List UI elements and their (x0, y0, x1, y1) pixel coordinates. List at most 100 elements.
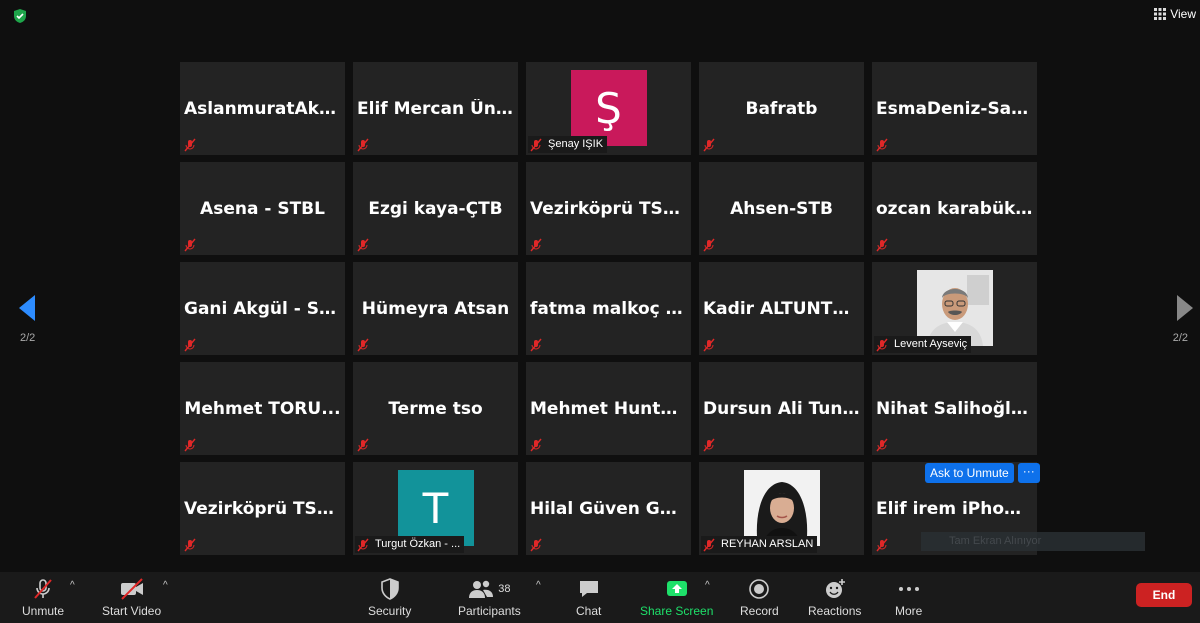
participant-tile[interactable]: Ahsen-STB (699, 162, 864, 255)
participant-name: Vezirköprü TSO... (184, 499, 345, 519)
participant-name: Kadir ALTUNTE... (703, 299, 864, 319)
participant-label: REYHAN ARSLAN (701, 536, 818, 553)
share-screen-button[interactable]: Share Screen (640, 576, 713, 618)
participant-name: Asena - STBL (200, 199, 325, 219)
share-screen-label: Share Screen (640, 604, 714, 618)
participant-tile[interactable]: Hümeyra Atsan (353, 262, 518, 355)
participant-tile[interactable]: Gani Akgül - ST... (180, 262, 345, 355)
participant-photo (743, 470, 820, 546)
participant-tile[interactable]: Levent Ayseviç (872, 262, 1037, 355)
reactions-label: Reactions (808, 604, 862, 618)
participant-tile[interactable]: Bafratb (699, 62, 864, 155)
participant-tile[interactable]: Dursun Ali Tunç... (699, 362, 864, 455)
participant-name: Vezirköprü TSO... (530, 199, 691, 219)
unmute-button[interactable]: Unmute (22, 576, 64, 618)
participant-photo (916, 270, 993, 346)
participant-name: Elif Mercan Üny... (357, 99, 518, 119)
microphone-muted-icon (34, 579, 52, 599)
participant-tile[interactable]: Vezirköprü TSO... (526, 162, 691, 255)
participant-tile[interactable]: Hilal Güven Gü... (526, 462, 691, 555)
muted-mic-icon (528, 137, 544, 153)
muted-mic-icon (701, 237, 717, 253)
muted-mic-icon (182, 237, 198, 253)
participant-tile[interactable]: AslanmuratAks... (180, 62, 345, 155)
participant-name: Gani Akgül - ST... (184, 299, 345, 319)
participant-name: AslanmuratAks... (184, 99, 345, 119)
participant-tile[interactable]: T Turgut Özkan - ... (353, 462, 518, 555)
participant-tile[interactable]: Nihat Salihoğlu... (872, 362, 1037, 455)
participant-name: Ezgi kaya-ÇTB (368, 199, 503, 219)
participant-name: Elif irem iPhone’u (876, 499, 1037, 519)
next-page-button[interactable] (1176, 294, 1194, 327)
participant-name: Hilal Güven Gü... (530, 499, 691, 519)
people-icon (469, 580, 494, 598)
security-shield-icon[interactable] (12, 8, 28, 24)
participant-tile[interactable]: Mehmet TORU... (180, 362, 345, 455)
muted-mic-icon (874, 537, 890, 553)
participant-name: Bafratb (745, 99, 818, 119)
video-off-icon (120, 578, 143, 600)
participant-name: Dursun Ali Tunç... (703, 399, 864, 419)
emoji-add-icon (825, 579, 845, 598)
reactions-button[interactable]: Reactions (808, 576, 861, 618)
avatar: Ş (570, 70, 647, 146)
participant-name: ozcan karabük -... (876, 199, 1037, 219)
participant-name: Mehmet TORU... (184, 399, 341, 419)
share-screen-icon (666, 581, 687, 596)
record-label: Record (740, 604, 779, 618)
video-options-caret[interactable]: ^ (163, 580, 168, 591)
participant-tile[interactable]: Ş Şenay IŞIK (526, 62, 691, 155)
muted-mic-icon (874, 337, 890, 353)
participant-tile[interactable]: Terme tso (353, 362, 518, 455)
end-meeting-button[interactable]: End (1136, 583, 1192, 607)
muted-mic-icon (182, 437, 198, 453)
grid-icon (1154, 8, 1167, 20)
participants-options-caret[interactable]: ^ (536, 580, 541, 591)
participant-tile[interactable]: EsmaDeniz-Sam... (872, 62, 1037, 155)
participants-button[interactable]: 38 Participants (458, 576, 521, 618)
muted-mic-icon (701, 437, 717, 453)
participant-tile[interactable]: Mehmet Huntü... (526, 362, 691, 455)
muted-mic-icon (528, 237, 544, 253)
muted-mic-icon (701, 537, 717, 553)
shield-icon (380, 578, 399, 600)
record-button[interactable]: Record (740, 576, 779, 618)
participant-tile[interactable]: ozcan karabük -... (872, 162, 1037, 255)
participant-name: fatma malkoç a... (530, 299, 691, 319)
more-label: More (895, 604, 923, 618)
chat-label: Chat (576, 604, 602, 618)
muted-mic-icon (528, 537, 544, 553)
audio-options-caret[interactable]: ^ (70, 580, 75, 591)
participant-name: Nihat Salihoğlu... (876, 399, 1037, 419)
participants-label: Participants (458, 604, 521, 618)
chat-button[interactable]: Chat (576, 576, 601, 618)
avatar: T (397, 470, 474, 546)
muted-mic-icon (874, 137, 890, 153)
participant-tile[interactable]: REYHAN ARSLAN (699, 462, 864, 555)
muted-mic-icon (874, 437, 890, 453)
start-video-button[interactable]: Start Video (102, 576, 161, 618)
view-button[interactable]: View (1150, 5, 1200, 23)
participant-tile[interactable]: fatma malkoç a... (526, 262, 691, 355)
participant-tile[interactable]: Vezirköprü TSO... (180, 462, 345, 555)
tile-more-button[interactable]: ··· (1017, 463, 1040, 483)
previous-page-button[interactable] (18, 294, 36, 327)
muted-mic-icon (355, 337, 371, 353)
security-label: Security (368, 604, 412, 618)
arrow-left-icon (19, 295, 35, 321)
muted-mic-icon (182, 137, 198, 153)
participant-label: Turgut Özkan - ... (355, 536, 465, 553)
security-button[interactable]: Security (368, 576, 411, 618)
participant-tile[interactable]: Elif Mercan Üny... (353, 62, 518, 155)
muted-mic-icon (355, 237, 371, 253)
ask-to-unmute-button[interactable]: Ask to Unmute (925, 463, 1014, 483)
participant-tile[interactable]: Ezgi kaya-ÇTB (353, 162, 518, 255)
more-button[interactable]: More (895, 576, 922, 618)
participant-tile[interactable]: Kadir ALTUNTE... (699, 262, 864, 355)
share-options-caret[interactable]: ^ (705, 580, 710, 591)
participant-tile[interactable]: Asena - STBL (180, 162, 345, 255)
participants-count: 38 (498, 583, 511, 595)
participant-name: EsmaDeniz-Sam... (876, 99, 1037, 119)
muted-mic-icon (355, 537, 371, 553)
unmute-label: Unmute (22, 604, 65, 618)
